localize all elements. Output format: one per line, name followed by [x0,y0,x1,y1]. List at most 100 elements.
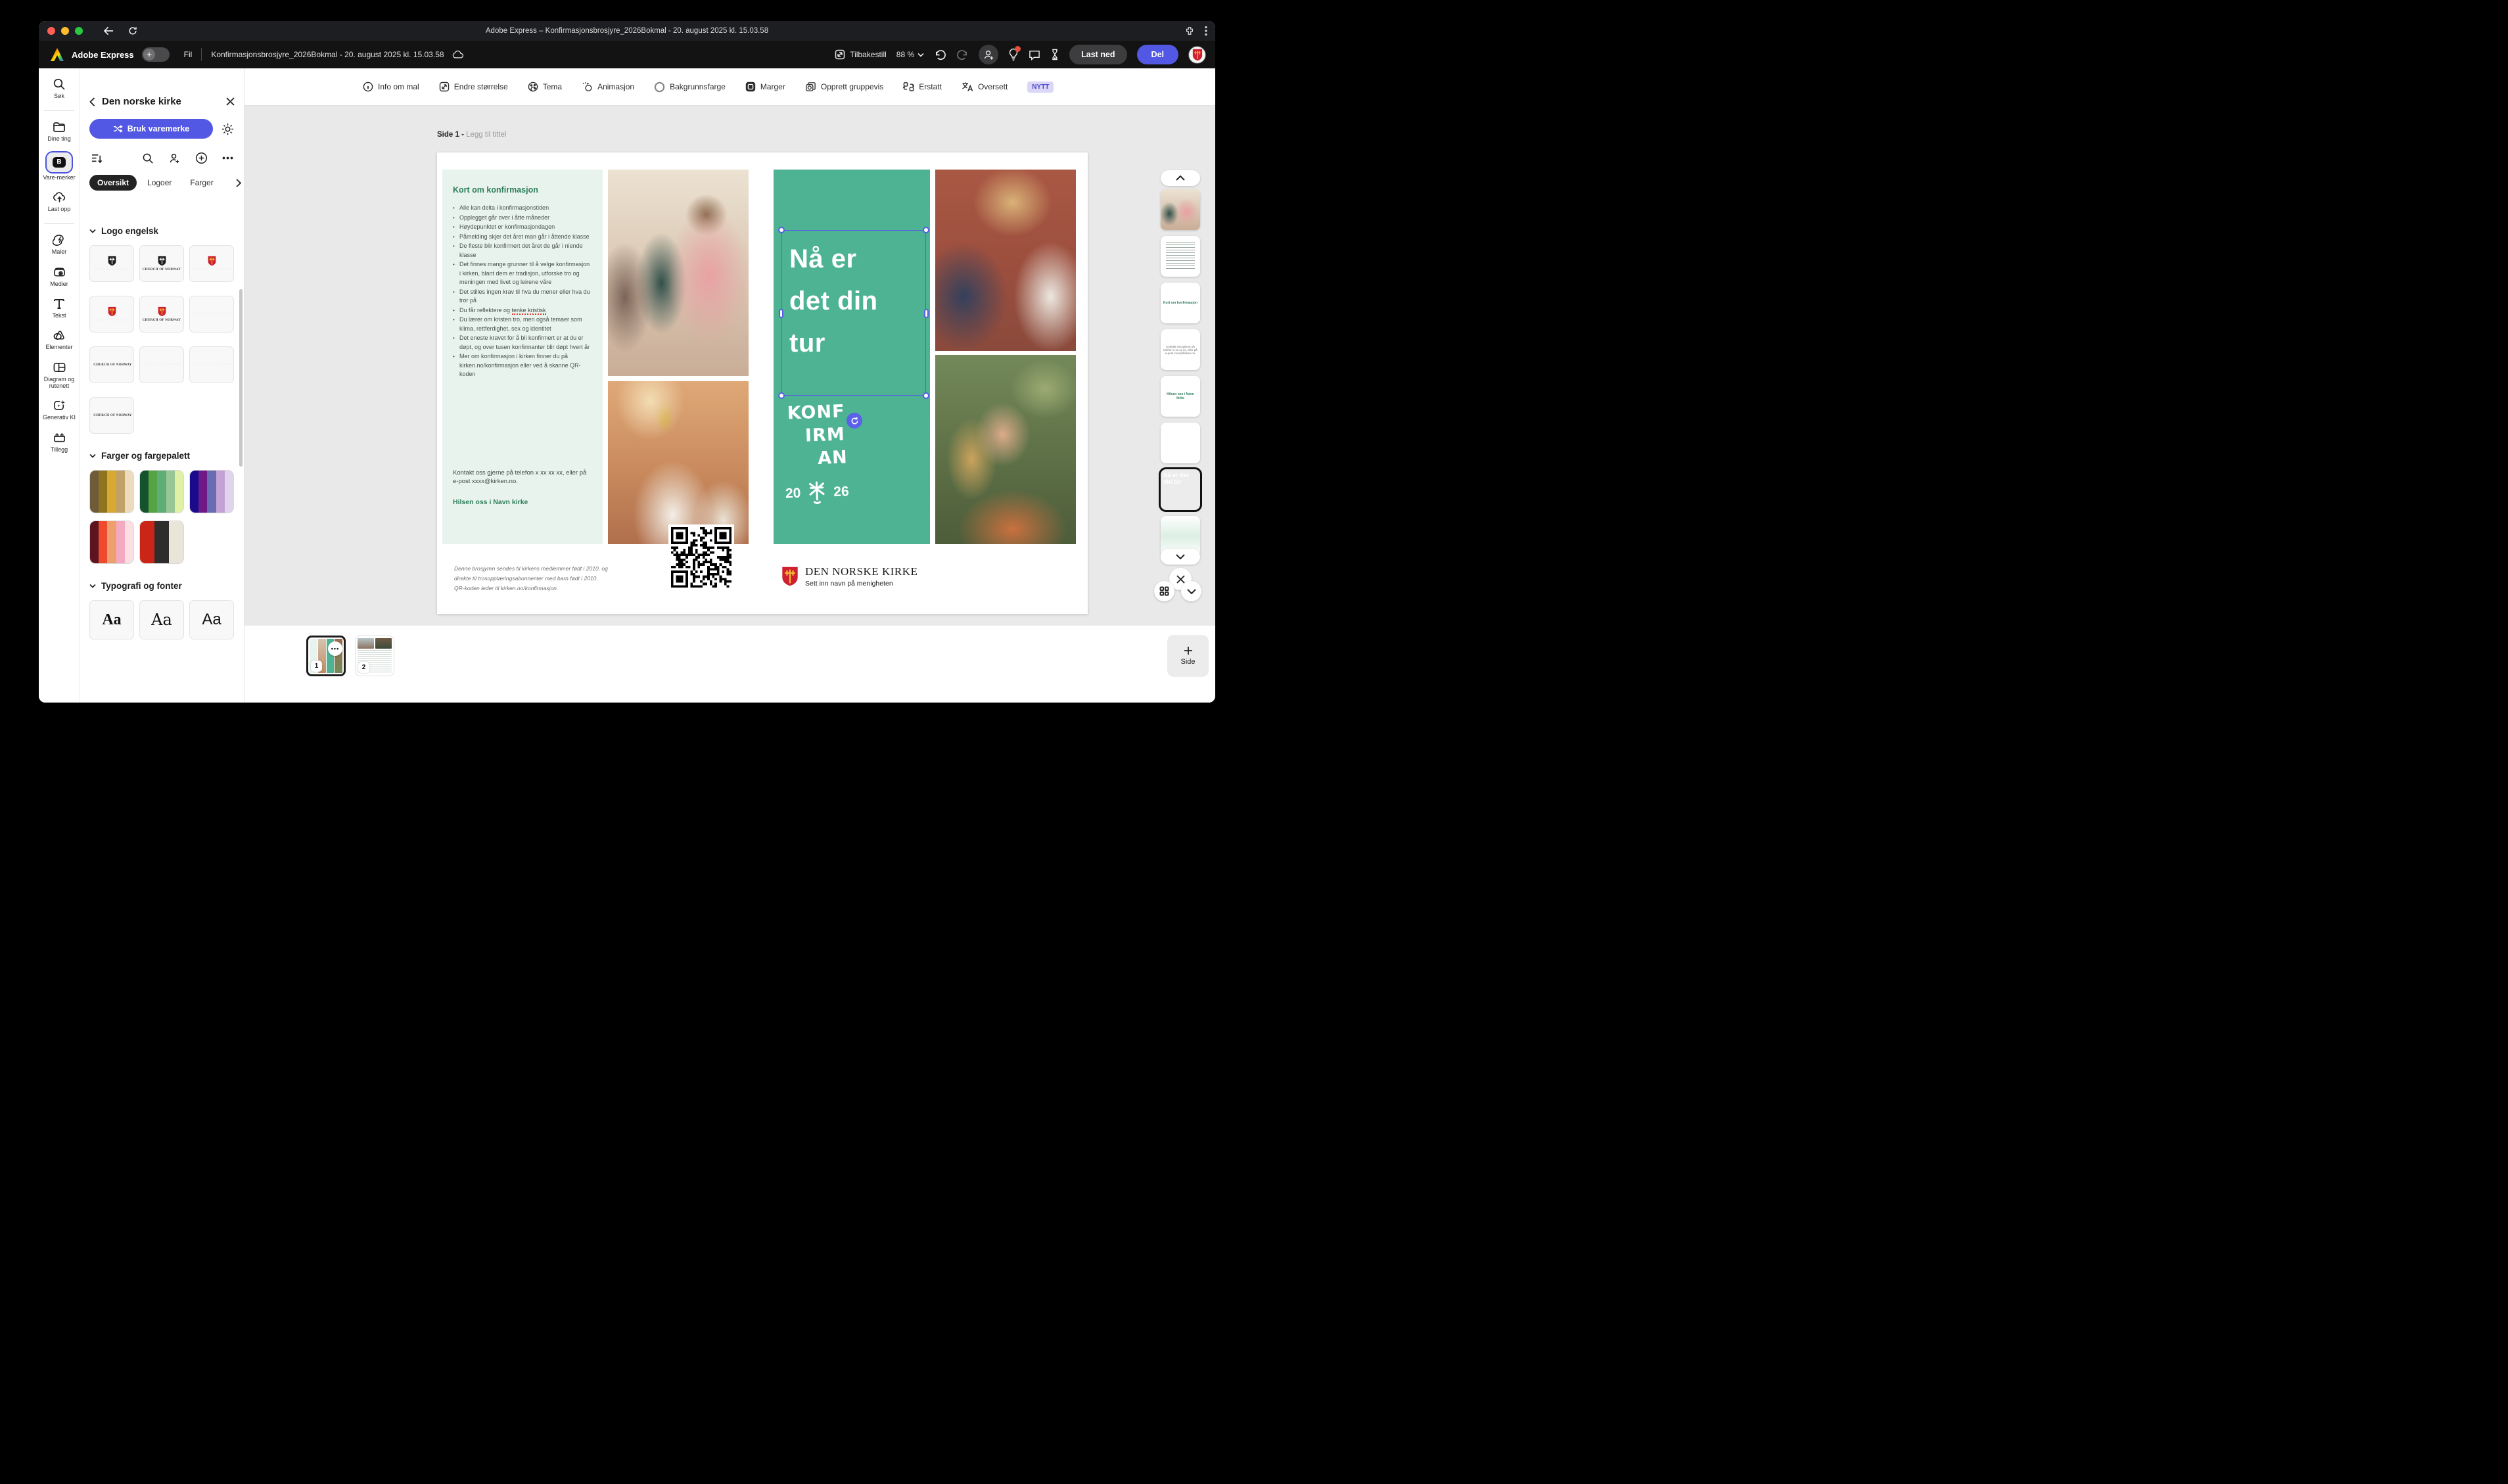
tab-logoer[interactable]: Logoer [139,175,179,191]
qr-code[interactable] [668,524,734,593]
share-brand-icon[interactable] [168,152,181,164]
add-icon[interactable] [195,152,208,164]
add-collaborator-button[interactable] [979,45,998,64]
sidebar-item-tillegg[interactable]: Tillegg [39,431,79,453]
tabs-overflow-icon[interactable] [236,179,241,187]
add-page-button[interactable]: Side [1167,635,1209,677]
sidebar-item-medier[interactable]: Medier [39,266,79,287]
panel-scrollbar[interactable] [239,289,243,467]
brochure-footer[interactable]: Denne brosjyren sendes til kirkens medle… [454,564,608,593]
endre-storrelse-button[interactable]: Endre størrelse [439,81,508,92]
konfirman-logo[interactable]: KONF IRM AN [787,400,848,471]
back-icon[interactable] [104,26,114,35]
sidebar-item-sok[interactable]: Søk [39,78,79,99]
color-palette[interactable] [189,470,234,513]
use-brand-button[interactable]: Bruk varemerke [89,119,213,139]
sidebar-item-last-opp[interactable]: Last opp [39,191,79,212]
oversett-button[interactable]: Oversett [962,81,1008,92]
logo-tile[interactable]: CHURCH OF NORWAY [189,346,234,383]
page-2-thumbnail[interactable]: 2 [355,636,394,676]
info-om-mal-button[interactable]: Info om mal [363,81,419,92]
sidebar-item-dine-ting[interactable]: Dine ting [39,120,79,142]
brochure-contact[interactable]: Kontakt oss gjerne på telefon x xx xx xx… [453,469,593,486]
photo-procession-cross[interactable] [608,381,749,544]
comments-icon[interactable] [1029,49,1040,60]
sidebar-item-elementer[interactable]: Elementer [39,329,79,350]
brand-toggle[interactable] [142,47,170,62]
brochure-bullet-list[interactable]: Alle kan delta i konfirmasjonstidenOpple… [453,204,592,379]
share-button[interactable]: Del [1137,45,1178,64]
layers-scroll-down-button[interactable] [1161,549,1200,565]
sidebar-item-varemerker[interactable]: B Vare-merker [39,152,79,181]
bakgrunnsfarge-button[interactable]: Bakgrunnsfarge [654,81,726,93]
brochure-heading[interactable]: Kort om konfirmasjon [453,185,592,195]
cloud-sync-icon[interactable] [452,50,464,59]
selection-handle-ne[interactable] [923,227,929,233]
marger-button[interactable]: Marger [745,81,785,92]
opprett-gruppevis-button[interactable]: Opprett gruppevis [805,81,883,92]
color-palette[interactable] [139,470,184,513]
color-palette[interactable] [139,521,184,564]
panel-close-icon[interactable] [226,97,235,106]
rotate-handle[interactable] [847,413,862,429]
page-menu-button[interactable]: ••• [328,641,342,656]
brochure-text-panel[interactable]: Kort om konfirmasjon Alle kan delta i ko… [442,170,603,544]
sidebar-item-generativ-ki[interactable]: Generativ KI [39,399,79,421]
collapse-pages-button[interactable] [1181,581,1201,601]
tab-farger[interactable]: Farger [182,175,221,191]
page-1-thumbnail[interactable]: ••• 1 [306,636,346,676]
layer-thumbnail[interactable] [1161,236,1200,277]
more-icon[interactable] [222,156,233,160]
history-icon[interactable] [1050,49,1059,60]
redo-icon[interactable] [956,49,969,60]
browser-menu-icon[interactable] [1205,26,1207,36]
color-palette[interactable] [89,470,134,513]
account-avatar[interactable] [1188,46,1206,64]
adobe-express-logo[interactable] [49,47,65,62]
panel-search-icon[interactable] [142,152,154,164]
logo-tile[interactable]: CHURCH OF NORWAY [89,245,134,282]
layer-thumbnail[interactable]: Kontakt oss gjerne på telefon x xx xx xx… [1161,329,1200,370]
konfirman-year[interactable]: 20 26 [785,478,849,507]
logo-tile[interactable]: CHURCH OF NORWAY [89,397,134,434]
section-farger[interactable]: Farger og fargepalett [89,451,235,461]
selection-box[interactable] [781,230,926,396]
grid-view-button[interactable] [1154,581,1174,601]
ideas-icon[interactable] [1008,48,1019,61]
download-button[interactable]: Last ned [1069,45,1126,64]
layers-scroll-up-button[interactable] [1161,170,1200,186]
logo-tile[interactable]: CHURCH OF NORWAY [189,296,234,333]
design-page[interactable]: Kort om konfirmasjon Alle kan delta i ko… [437,152,1088,614]
church-logo-block[interactable]: DEN NORSKE KIRKE Sett inn navn på menigh… [781,565,917,588]
brochure-signoff[interactable]: Hilsen oss i Navn kirke [453,498,528,506]
layer-thumbnail[interactable]: Hilsen oss i Navn kirke [1161,376,1200,417]
font-sample[interactable]: Aa [189,600,234,639]
brand-settings-icon[interactable] [221,122,235,136]
tab-oversikt[interactable]: Oversikt [89,175,137,191]
sidebar-item-diagram[interactable]: Diagram og rutenett [39,361,79,390]
minimize-window-button[interactable] [61,27,69,35]
font-sample[interactable]: Aa [139,600,184,639]
reload-icon[interactable] [128,26,137,35]
layer-thumbnail[interactable]: Nå er det din tur [1161,469,1200,510]
logo-tile[interactable]: CHURCH OF NORWAY [89,296,134,333]
erstatt-button[interactable]: Erstatt [903,81,942,92]
section-logo-engelsk[interactable]: Logo engelsk [89,226,235,236]
photo-smiling-girl[interactable] [935,355,1076,544]
logo-tile[interactable]: CHURCH OF NORWAY [189,245,234,282]
font-sample[interactable]: Aa [89,600,134,639]
layer-thumbnail[interactable] [1161,189,1200,230]
zoom-window-button[interactable] [75,27,83,35]
file-menu[interactable]: Fil [184,50,193,59]
selection-handle-se[interactable] [923,392,929,399]
green-panel[interactable]: Nå er det din tur [774,170,930,544]
logo-tile[interactable]: CHURCH OF NORWAY [89,346,134,383]
zoom-control[interactable]: 88 % [896,50,924,59]
selection-handle-w[interactable] [779,309,783,318]
selection-handle-nw[interactable] [778,227,785,233]
panel-scroll-area[interactable]: Logo engelsk CHURCH OF NORWAY CHURCH OF N… [80,216,244,703]
sidebar-item-tekst[interactable]: Tekst [39,297,79,319]
close-window-button[interactable] [47,27,55,35]
sort-icon[interactable] [91,152,103,164]
selection-handle-e[interactable] [924,309,929,318]
